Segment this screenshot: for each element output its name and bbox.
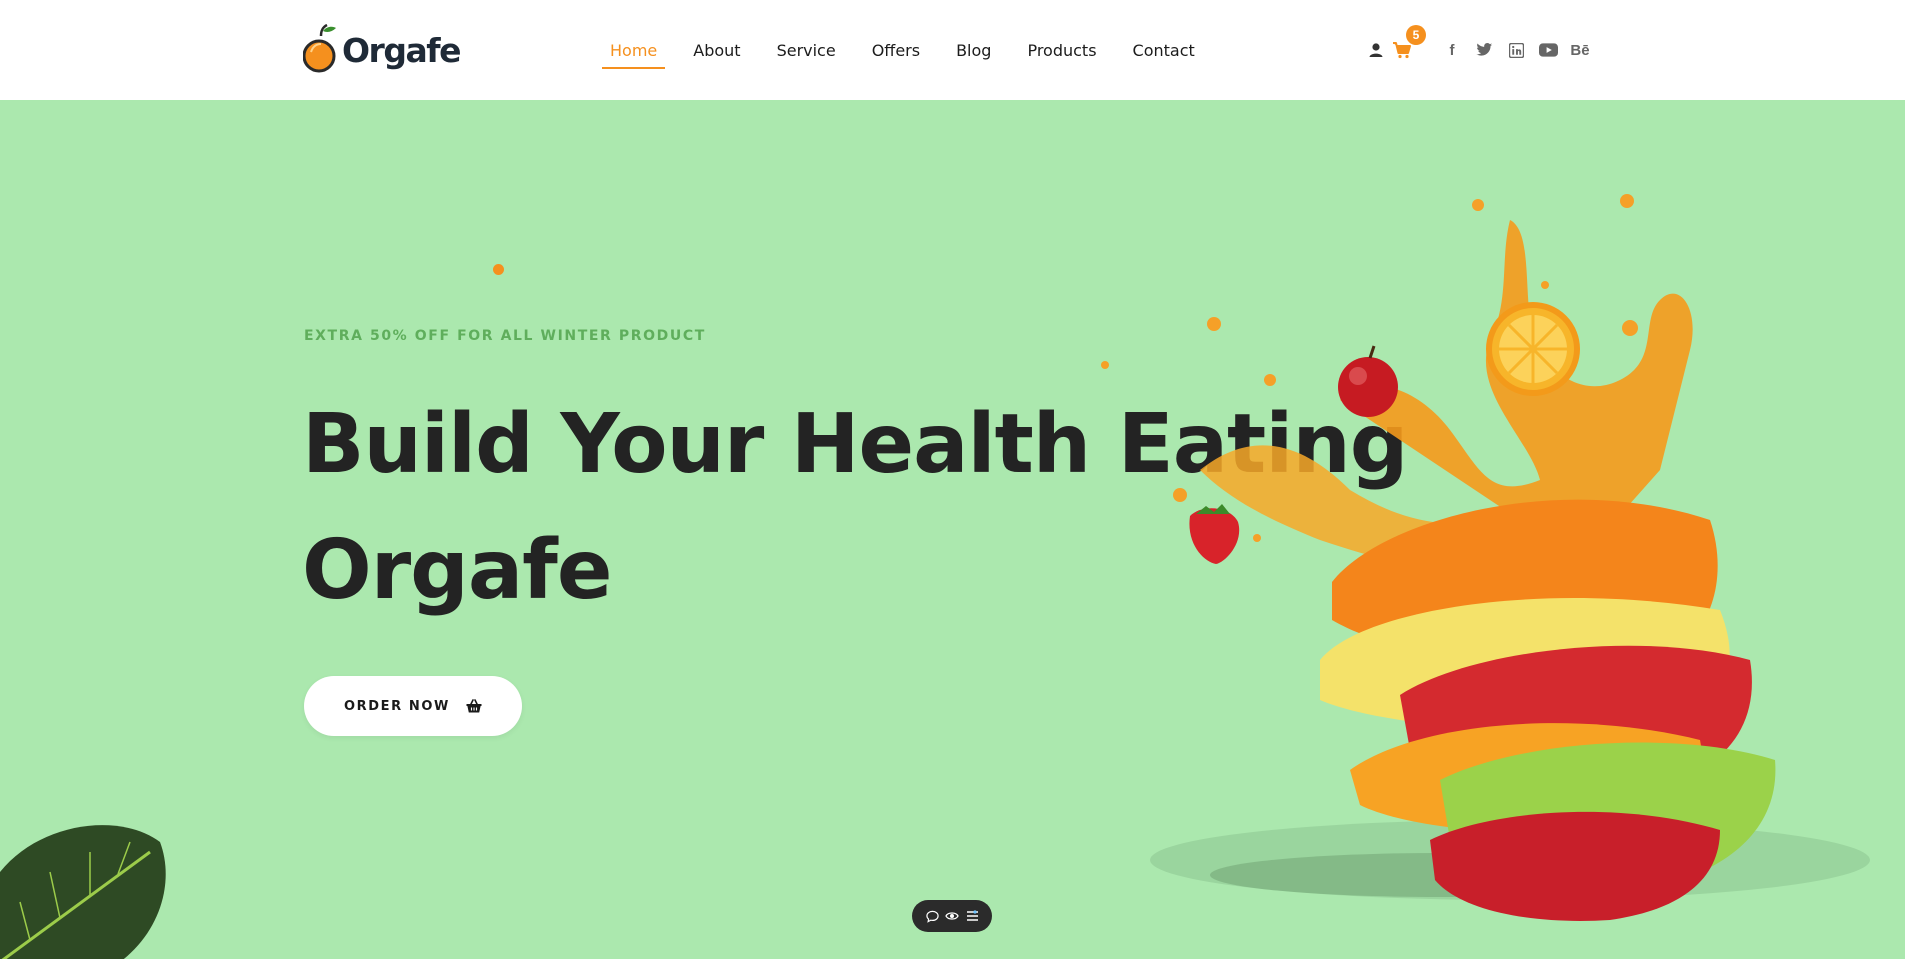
decorative-dot <box>493 264 504 275</box>
hero-section: EXTRA 50% OFF FOR ALL WINTER PRODUCT Bui… <box>0 100 1905 959</box>
orange-logo-icon <box>303 24 336 73</box>
logo-text: Orgafe <box>342 30 461 70</box>
hero-eyebrow: EXTRA 50% OFF FOR ALL WINTER PRODUCT <box>304 328 706 344</box>
nav-item-about[interactable]: About <box>693 41 740 60</box>
facebook-icon[interactable]: f <box>1441 39 1463 61</box>
nav-item-contact[interactable]: Contact <box>1133 41 1195 60</box>
order-now-label: ORDER NOW <box>344 698 450 714</box>
nav-item-home[interactable]: Home <box>601 41 666 69</box>
twitter-icon[interactable] <box>1473 39 1495 61</box>
youtube-icon[interactable] <box>1537 39 1559 61</box>
floating-toolbar <box>912 900 992 932</box>
monstera-leaf-decoration <box>0 825 166 959</box>
chat-icon[interactable] <box>924 908 940 924</box>
user-icon[interactable] <box>1365 39 1387 61</box>
nav-item-service[interactable]: Service <box>777 41 836 60</box>
nav-item-blog[interactable]: Blog <box>956 41 991 60</box>
social-links: f Bē <box>1441 39 1601 61</box>
eye-icon[interactable] <box>944 908 960 924</box>
cart-icon[interactable]: 5 <box>1391 25 1426 61</box>
nav-item-offers[interactable]: Offers <box>872 41 920 60</box>
behance-icon[interactable]: Bē <box>1569 39 1591 61</box>
order-now-button[interactable]: ORDER NOW <box>304 676 522 736</box>
main-nav: Home About Service Offers Blog Products … <box>601 0 1231 100</box>
linkedin-icon[interactable] <box>1505 39 1527 61</box>
basket-icon <box>466 699 482 713</box>
list-icon[interactable] <box>964 908 980 924</box>
logo[interactable]: Orgafe <box>303 24 461 76</box>
fruit-stack-illustration <box>1101 194 1870 921</box>
site-header: Orgafe Home About Service Offers Blog Pr… <box>0 0 1905 100</box>
header-tools: 5 f Bē <box>1365 0 1601 100</box>
cart-count-badge: 5 <box>1406 25 1426 45</box>
nav-item-products[interactable]: Products <box>1027 41 1096 60</box>
